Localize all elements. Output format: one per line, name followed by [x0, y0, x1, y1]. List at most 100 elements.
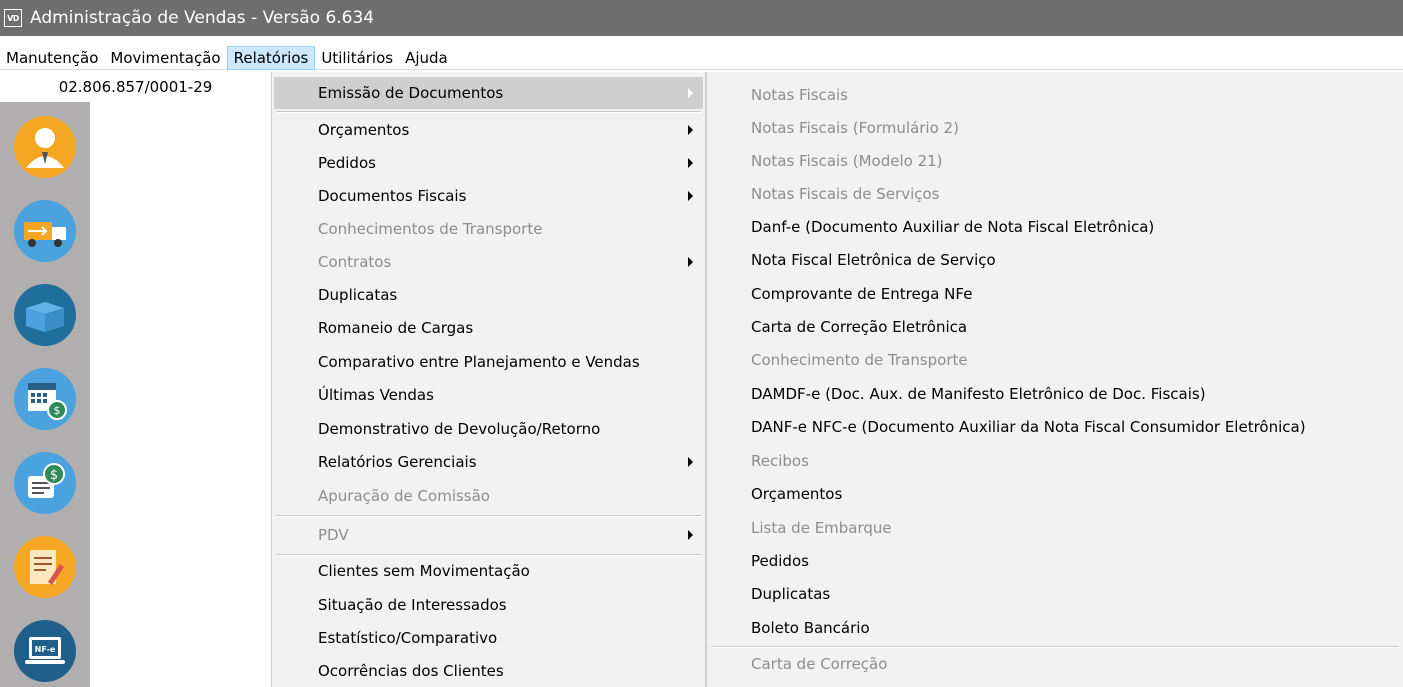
customer-icon [14, 116, 76, 178]
submenu-item-carta-correcao: Carta de Correção [709, 648, 1401, 680]
submenu-item-label: DAMDF-e (Doc. Aux. de Manifesto Eletrôni… [751, 385, 1206, 403]
menu-item-contratos: Contratos [274, 246, 703, 278]
money-document-icon: $ [14, 452, 76, 514]
submenu-item-label: Orçamentos [751, 485, 843, 503]
menu-relatorios[interactable]: Relatórios [226, 45, 316, 70]
submenu-arrow-icon [688, 191, 693, 201]
submenu-arrow-icon [688, 530, 693, 540]
menu-item-label: Estatístico/Comparativo [318, 629, 498, 647]
submenu-item-label: Danf-e (Documento Auxiliar de Nota Fisca… [751, 218, 1155, 236]
submenu-item-lista-embarque: Lista de Embarque [709, 512, 1401, 544]
menu-item-conhecimentos-transporte: Conhecimentos de Transporte [274, 213, 703, 245]
billing-button[interactable]: $ [12, 450, 78, 516]
submenu-arrow-icon [688, 257, 693, 267]
schedule-button[interactable]: $ [12, 366, 78, 432]
menu-item-apuracao-comissao: Apuração de Comissão [274, 480, 703, 512]
menu-item-orcamentos[interactable]: Orçamentos [274, 114, 703, 146]
menu-item-romaneio-cargas[interactable]: Romaneio de Cargas [274, 312, 703, 344]
menu-item-label: Clientes sem Movimentação [318, 562, 530, 580]
menu-manutencao[interactable]: Manutenção [0, 46, 104, 70]
submenu-item-notas-fiscais-formulario-2: Notas Fiscais (Formulário 2) [709, 112, 1401, 144]
title-bar: VD Administração de Vendas - Versão 6.63… [0, 0, 1403, 36]
submenu-item-label: Carta de Correção [751, 655, 888, 673]
document-edit-icon [14, 536, 76, 598]
submenu-item-conhecimento-transporte: Conhecimento de Transporte [709, 344, 1401, 376]
submenu-item-duplicatas[interactable]: Duplicatas [709, 578, 1401, 610]
menu-item-label: Ocorrências dos Clientes [318, 662, 504, 680]
menu-item-label: Duplicatas [318, 286, 398, 304]
menu-item-pdv: PDV [274, 519, 703, 551]
menu-item-label: PDV [318, 526, 349, 544]
menu-item-ocorrencias-clientes[interactable]: Ocorrências dos Clientes [274, 655, 703, 687]
svg-text:$: $ [54, 404, 61, 417]
main-area [90, 102, 271, 687]
menu-item-label: Pedidos [318, 154, 376, 172]
menu-item-comparativo-planejamento[interactable]: Comparativo entre Planejamento e Vendas [274, 346, 703, 378]
menu-item-pedidos[interactable]: Pedidos [274, 147, 703, 179]
notes-button[interactable] [12, 534, 78, 600]
menu-item-documentos-fiscais[interactable]: Documentos Fiscais [274, 180, 703, 212]
submenu-item-label: Comprovante de Entrega NFe [751, 285, 973, 303]
submenu-item-label: Recibos [751, 452, 809, 470]
submenu-item-label: DANF-e NFC-e (Documento Auxiliar da Nota… [751, 418, 1306, 436]
submenu-item-label: Boleto Bancário [751, 619, 870, 637]
menu-item-relatorios-gerenciais[interactable]: Relatórios Gerenciais [274, 446, 703, 478]
menu-item-label: Conhecimentos de Transporte [318, 220, 543, 238]
submenu-item-label: Duplicatas [751, 585, 831, 603]
submenu-item-notas-fiscais-servicos: Notas Fiscais de Serviços [709, 178, 1401, 210]
submenu-item-pedidos[interactable]: Pedidos [709, 545, 1401, 577]
submenu-item-nfse[interactable]: Nota Fiscal Eletrônica de Serviço [709, 244, 1401, 276]
submenu-item-damdfe[interactable]: DAMDF-e (Doc. Aux. de Manifesto Eletrôni… [709, 378, 1401, 410]
customer-button[interactable] [12, 114, 78, 180]
submenu-item-label: Lista de Embarque [751, 519, 892, 537]
submenu-item-recibos: Recibos [709, 445, 1401, 477]
menu-item-label: Contratos [318, 253, 392, 271]
menu-item-label: Situação de Interessados [318, 596, 507, 614]
submenu-item-carta-correcao-eletronica[interactable]: Carta de Correção Eletrônica [709, 311, 1401, 343]
submenu-item-orcamentos[interactable]: Orçamentos [709, 478, 1401, 510]
menu-item-label: Demonstrativo de Devolução/Retorno [318, 420, 601, 438]
menu-utilitarios[interactable]: Utilitários [315, 46, 399, 70]
nfe-label: NF-e [35, 645, 56, 654]
calendar-money-icon: $ [14, 368, 76, 430]
submenu-arrow-icon [688, 457, 693, 467]
submenu-arrow-icon [688, 125, 693, 135]
menu-bar: Manutenção Movimentação Relatórios Utili… [0, 45, 1403, 70]
submenu-item-label: Conhecimento de Transporte [751, 351, 968, 369]
submenu-item-comprovante-entrega[interactable]: Comprovante de Entrega NFe [709, 278, 1401, 310]
submenu-item-label: Notas Fiscais [751, 86, 848, 104]
menu-item-label: Orçamentos [318, 121, 410, 139]
menu-item-emissao-documentos[interactable]: Emissão de Documentos [274, 77, 703, 109]
submenu-item-danfe-nfce[interactable]: DANF-e NFC-e (Documento Auxiliar da Nota… [709, 411, 1401, 443]
menu-item-clientes-sem-movimentacao[interactable]: Clientes sem Movimentação [274, 555, 703, 587]
menu-item-estatistico-comparativo[interactable]: Estatístico/Comparativo [274, 622, 703, 654]
emissao-documentos-submenu: Notas Fiscais Notas Fiscais (Formulário … [706, 72, 1403, 687]
shipping-button[interactable] [12, 198, 78, 264]
submenu-item-notas-fiscais: Notas Fiscais [709, 79, 1401, 111]
nfe-button[interactable]: NF-e [12, 618, 78, 684]
box-icon [14, 284, 76, 346]
menu-item-label: Documentos Fiscais [318, 187, 467, 205]
menu-separator [276, 515, 701, 517]
submenu-item-label: Pedidos [751, 552, 809, 570]
submenu-arrow-icon [688, 158, 693, 168]
menu-item-situacao-interessados[interactable]: Situação de Interessados [274, 589, 703, 621]
menu-movimentacao[interactable]: Movimentação [104, 46, 226, 70]
submenu-item-danfe[interactable]: Danf-e (Documento Auxiliar de Nota Fisca… [709, 211, 1401, 243]
submenu-item-boleto-bancario[interactable]: Boleto Bancário [709, 612, 1401, 644]
submenu-item-label: Notas Fiscais (Modelo 21) [751, 152, 943, 170]
menu-item-duplicatas[interactable]: Duplicatas [274, 279, 703, 311]
menu-item-ultimas-vendas[interactable]: Últimas Vendas [274, 379, 703, 411]
submenu-arrow-icon [688, 88, 693, 98]
nfe-laptop-icon: NF-e [14, 620, 76, 682]
sidebar: $ $ NF-e [0, 102, 90, 687]
company-cnpj: 02.806.857/0001-29 [0, 72, 271, 102]
submenu-item-label: Nota Fiscal Eletrônica de Serviço [751, 251, 996, 269]
menu-item-label: Comparativo entre Planejamento e Vendas [318, 353, 640, 371]
submenu-item-notas-fiscais-modelo-21: Notas Fiscais (Modelo 21) [709, 145, 1401, 177]
menu-ajuda[interactable]: Ajuda [399, 46, 454, 70]
menu-item-label: Relatórios Gerenciais [318, 453, 477, 471]
submenu-item-label: Notas Fiscais (Formulário 2) [751, 119, 959, 137]
products-button[interactable] [12, 282, 78, 348]
menu-item-demonstrativo-devolucao[interactable]: Demonstrativo de Devolução/Retorno [274, 413, 703, 445]
